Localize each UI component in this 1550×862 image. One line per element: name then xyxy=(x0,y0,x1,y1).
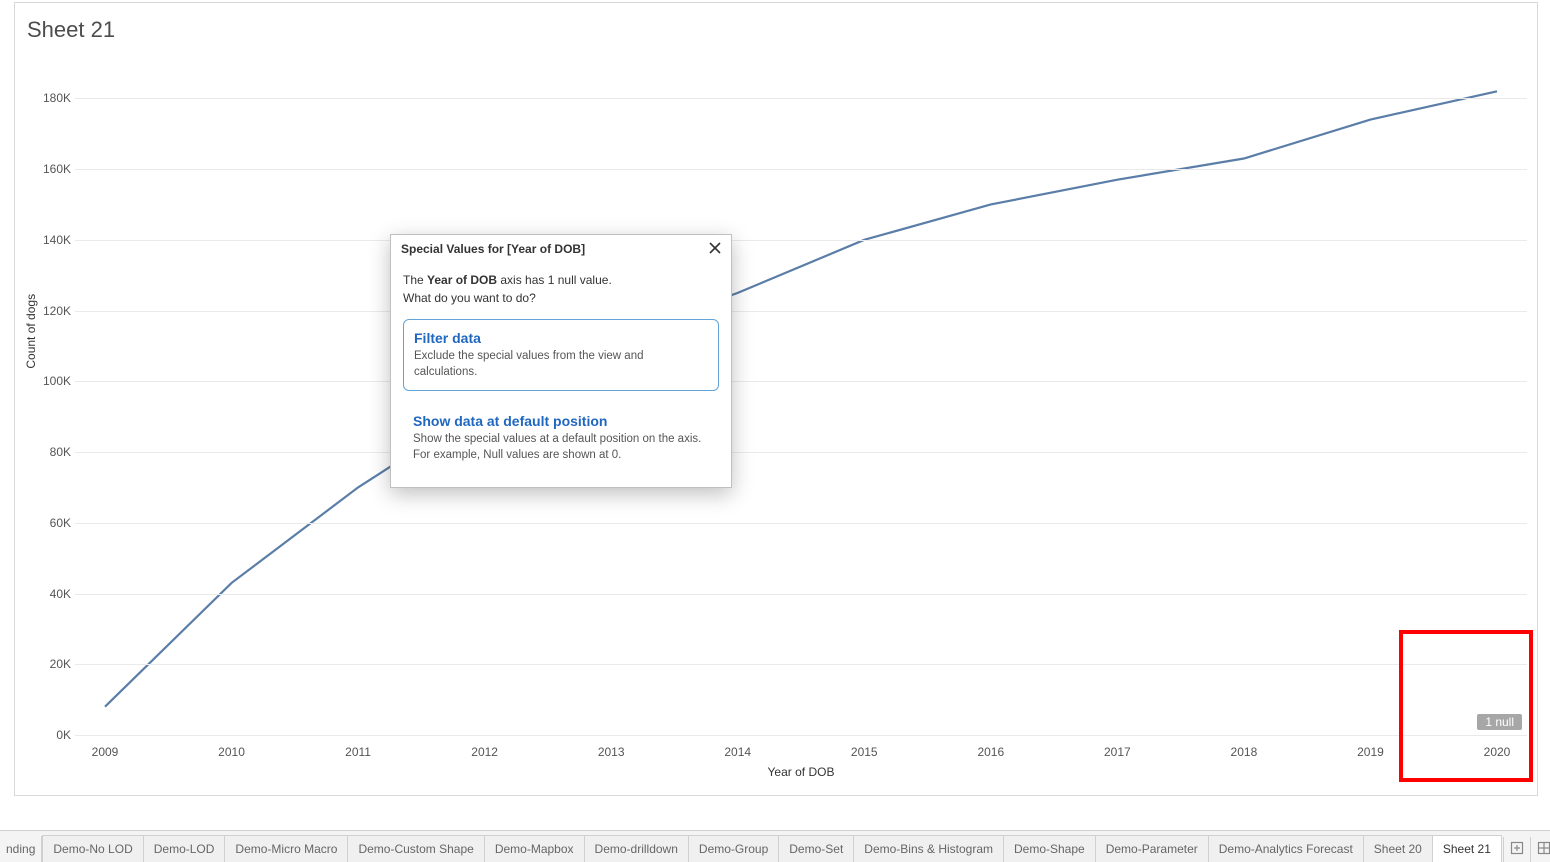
gridline xyxy=(75,735,1527,736)
sheet-tab[interactable]: Demo-Bins & Histogram xyxy=(853,835,1004,862)
y-tick-label: 40K xyxy=(35,587,71,601)
new-worksheet-icon[interactable] xyxy=(1503,837,1530,862)
y-tick-label: 0K xyxy=(35,728,71,742)
gridline xyxy=(75,523,1527,524)
sheet-tab[interactable]: Demo-Analytics Forecast xyxy=(1208,835,1364,862)
dialog-title: Special Values for [Year of DOB] xyxy=(401,242,585,256)
x-tick-label: 2014 xyxy=(724,745,751,759)
y-tick-label: 60K xyxy=(35,516,71,530)
y-tick-label: 100K xyxy=(35,374,71,388)
special-values-dialog: Special Values for [Year of DOB] The Yea… xyxy=(390,234,732,488)
gridline xyxy=(75,311,1527,312)
option-title: Filter data xyxy=(414,330,708,346)
gridline xyxy=(75,98,1527,99)
dialog-message: The Year of DOB axis has 1 null value. xyxy=(403,271,719,289)
gridline xyxy=(75,240,1527,241)
sheet-tab[interactable]: Demo-Shape xyxy=(1003,835,1096,862)
sheet-tab-strip: nding Demo-No LODDemo-LODDemo-Micro Macr… xyxy=(0,830,1550,862)
x-tick-label: 2016 xyxy=(977,745,1004,759)
x-tick-label: 2011 xyxy=(345,745,371,759)
option-show-default[interactable]: Show data at default position Show the s… xyxy=(403,403,719,473)
sheet-tab[interactable]: Demo-No LOD xyxy=(42,835,143,862)
y-tick-label: 80K xyxy=(35,445,71,459)
sheet-tab[interactable]: Demo-Parameter xyxy=(1095,835,1209,862)
x-tick-label: 2012 xyxy=(471,745,498,759)
y-tick-label: 140K xyxy=(35,233,71,247)
option-title: Show data at default position xyxy=(413,413,709,429)
y-tick-label: 160K xyxy=(35,162,71,176)
dialog-prompt: What do you want to do? xyxy=(403,289,719,307)
sheet-tab[interactable]: Sheet 21 xyxy=(1432,835,1502,862)
sheet-tab[interactable]: Demo-Set xyxy=(778,835,854,862)
y-tick-label: 120K xyxy=(35,304,71,318)
sheet-tab[interactable]: Demo-drilldown xyxy=(584,835,689,862)
x-tick-label: 2010 xyxy=(218,745,245,759)
tab-truncated-left[interactable]: nding xyxy=(0,836,42,862)
sheet-tab[interactable]: Sheet 20 xyxy=(1363,835,1433,862)
gridline xyxy=(75,594,1527,595)
x-axis-label: Year of DOB xyxy=(768,765,835,779)
option-filter-data[interactable]: Filter data Exclude the special values f… xyxy=(403,319,719,391)
close-icon[interactable] xyxy=(709,241,721,257)
worksheet-viewport: Sheet 21 Count of dogs Year of DOB 1 nul… xyxy=(14,2,1538,796)
x-tick-label: 2018 xyxy=(1231,745,1258,759)
chart-plot-area[interactable]: Count of dogs Year of DOB 1 null 0K20K40… xyxy=(75,63,1527,735)
sheet-tab[interactable]: Demo-Group xyxy=(688,835,779,862)
gridline xyxy=(75,664,1527,665)
new-dashboard-icon[interactable] xyxy=(1530,837,1550,862)
sheet-title: Sheet 21 xyxy=(27,17,115,43)
app-root: Sheet 21 Count of dogs Year of DOB 1 nul… xyxy=(0,0,1550,862)
sheet-tab[interactable]: Demo-Mapbox xyxy=(484,835,585,862)
x-tick-label: 2020 xyxy=(1484,745,1511,759)
x-tick-label: 2017 xyxy=(1104,745,1131,759)
option-desc: Exclude the special values from the view… xyxy=(414,348,708,380)
y-tick-label: 180K xyxy=(35,91,71,105)
gridline xyxy=(75,381,1527,382)
x-tick-label: 2009 xyxy=(92,745,119,759)
x-tick-label: 2019 xyxy=(1357,745,1384,759)
line-chart-svg xyxy=(75,63,1527,735)
gridline xyxy=(75,452,1527,453)
sheet-tab[interactable]: Demo-Custom Shape xyxy=(347,835,484,862)
gridline xyxy=(75,169,1527,170)
sheet-tab[interactable]: Demo-LOD xyxy=(143,835,226,862)
option-desc: Show the special values at a default pos… xyxy=(413,431,709,463)
y-tick-label: 20K xyxy=(35,657,71,671)
null-indicator-badge[interactable]: 1 null xyxy=(1477,714,1522,730)
sheet-tab[interactable]: Demo-Micro Macro xyxy=(224,835,348,862)
x-tick-label: 2015 xyxy=(851,745,878,759)
x-tick-label: 2013 xyxy=(598,745,625,759)
